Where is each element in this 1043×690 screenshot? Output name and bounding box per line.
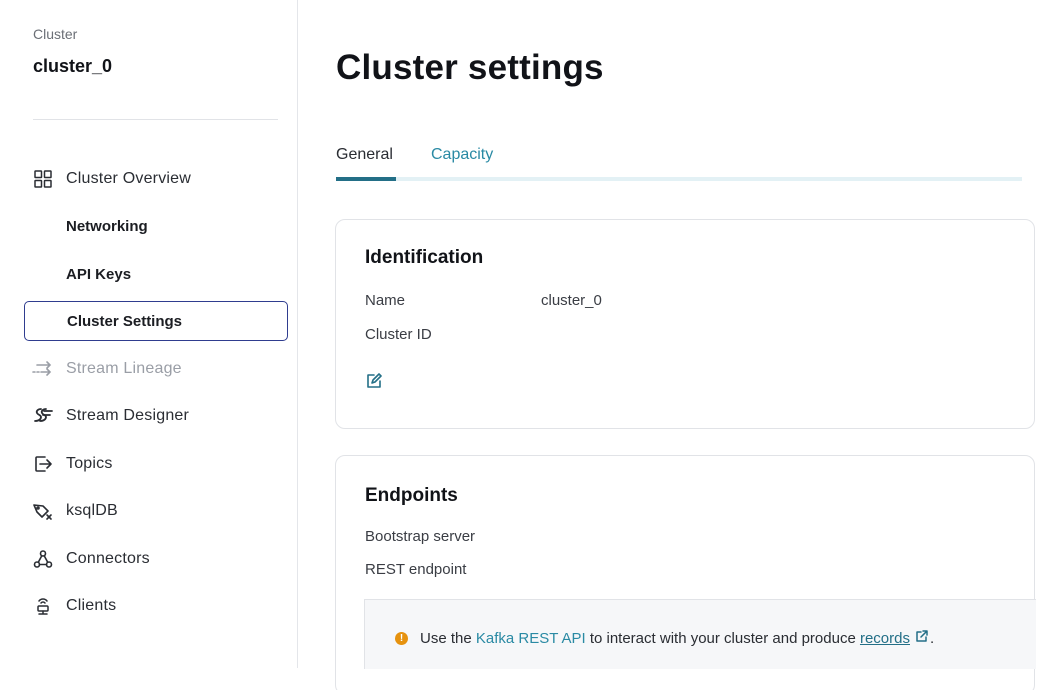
clients-icon <box>32 595 54 617</box>
sidebar-item-cluster-overview[interactable]: Cluster Overview <box>24 159 288 199</box>
sidebar-item-label: ksqlDB <box>66 502 118 519</box>
external-link-icon[interactable] <box>915 630 928 647</box>
kafka-rest-api-link[interactable]: Kafka REST API <box>476 630 586 647</box>
identification-card: Identification Name cluster_0 Cluster ID <box>335 219 1035 429</box>
page-title: Cluster settings <box>336 48 604 87</box>
info-prefix: Use the <box>420 630 476 647</box>
edit-icon[interactable] <box>365 372 383 390</box>
tabs-track <box>336 177 1022 181</box>
sidebar-item-topics[interactable]: Topics <box>24 444 288 484</box>
sidebar-divider <box>33 119 278 120</box>
stream-designer-icon <box>32 405 54 427</box>
grid-icon <box>32 168 54 190</box>
endpoints-card: Endpoints Bootstrap server REST endpoint… <box>335 455 1036 690</box>
sidebar: Cluster cluster_0 Cluster Overview Netwo… <box>0 0 298 668</box>
sidebar-item-connectors[interactable]: Connectors <box>24 539 288 579</box>
endpoints-heading: Endpoints <box>365 485 458 506</box>
warning-icon: ! <box>395 632 408 645</box>
cluster-name: cluster_0 <box>33 56 113 76</box>
sidebar-item-label: Stream Designer <box>66 407 190 424</box>
info-text: ! Use the Kafka REST API to interact wit… <box>395 630 934 647</box>
sidebar-item-label: Cluster Overview <box>66 170 192 187</box>
sidebar-item-label: Topics <box>66 455 113 472</box>
cluster-id-label: Cluster ID <box>365 326 432 343</box>
rest-api-info-banner: ! Use the Kafka REST API to interact wit… <box>364 599 1036 669</box>
bootstrap-server-label: Bootstrap server <box>365 528 476 545</box>
sidebar-item-label: API Keys <box>66 265 132 283</box>
rest-endpoint-label: REST endpoint <box>365 561 467 578</box>
info-suffix: . <box>930 630 935 647</box>
sidebar-item-stream-designer[interactable]: Stream Designer <box>24 396 288 436</box>
sidebar-item-stream-lineage[interactable]: Stream Lineage <box>24 349 288 389</box>
sidebar-item-label: Networking <box>66 217 148 235</box>
sidebar-item-label: Stream Lineage <box>66 360 182 377</box>
tab-general[interactable]: General <box>336 146 393 164</box>
tab-capacity[interactable]: Capacity <box>431 146 493 164</box>
sidebar-item-label: Connectors <box>66 550 150 567</box>
active-tab-indicator <box>336 177 396 181</box>
records-link[interactable]: records <box>860 630 910 647</box>
info-middle: to interact with your cluster and produc… <box>585 630 860 647</box>
cluster-label: Cluster <box>33 26 78 42</box>
sidebar-item-clients[interactable]: Clients <box>24 586 288 626</box>
topics-icon <box>32 453 54 475</box>
ksqldb-icon <box>32 500 54 522</box>
lineage-arrows-icon <box>32 358 54 380</box>
sidebar-item-label: Cluster Settings <box>67 312 183 330</box>
sidebar-item-ksqldb[interactable]: ksqlDB <box>24 491 288 531</box>
sidebar-item-networking[interactable]: Networking <box>24 206 288 246</box>
sidebar-item-cluster-settings[interactable]: Cluster Settings <box>24 301 288 341</box>
sidebar-item-label: Clients <box>66 597 117 614</box>
identification-heading: Identification <box>365 247 484 268</box>
settings-tabs: General Capacity <box>336 146 1022 182</box>
connectors-icon <box>32 548 54 570</box>
name-value: cluster_0 <box>541 292 602 309</box>
sidebar-item-api-keys[interactable]: API Keys <box>24 254 288 294</box>
name-label: Name <box>365 292 406 309</box>
